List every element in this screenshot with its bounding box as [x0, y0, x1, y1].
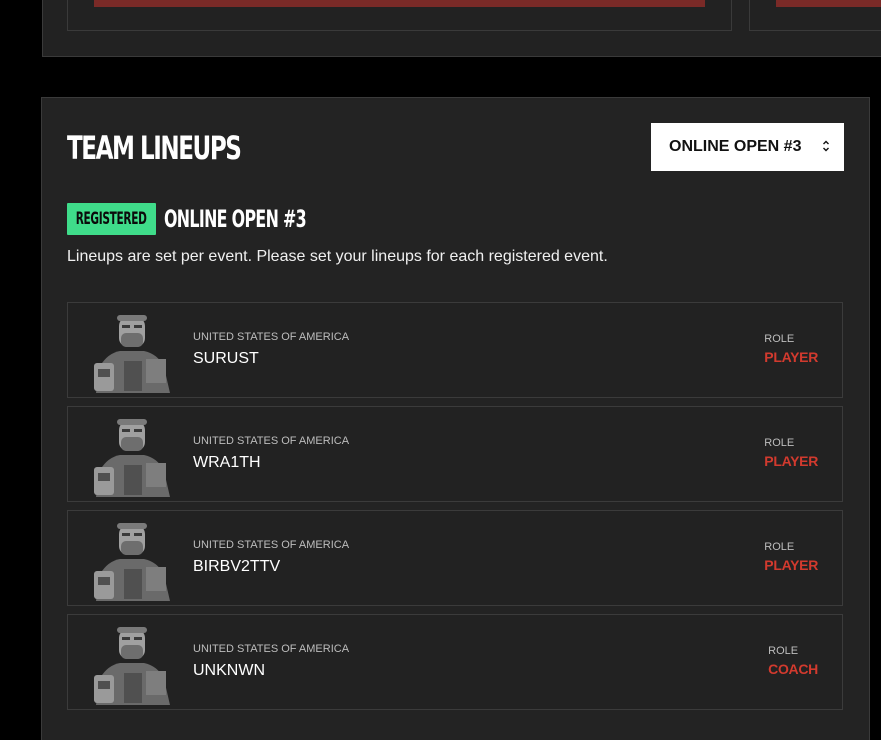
player-role: ROLE PLAYER — [764, 541, 818, 573]
player-name: BIRBV2TTV — [193, 558, 281, 575]
player-name: SURUST — [193, 350, 259, 367]
player-avatar — [90, 415, 175, 497]
player-card[interactable]: UNITED STATES OF AMERICA SURUST ROLE PLA… — [67, 302, 843, 398]
event-select[interactable]: ONLINE OPEN #3 — [651, 123, 844, 171]
progress-bar-right — [776, 0, 881, 7]
player-avatar — [90, 623, 175, 705]
role-label: ROLE — [764, 541, 795, 553]
role-value: PLAYER — [764, 557, 818, 573]
player-role: ROLE PLAYER — [764, 437, 818, 469]
player-name: WRA1TH — [193, 454, 261, 471]
chevron-up-down-icon — [823, 140, 829, 152]
lineup-description: Lineups are set per event. Please set yo… — [67, 248, 608, 265]
previous-section-card-right — [749, 0, 881, 31]
role-value: PLAYER — [764, 453, 818, 469]
player-country: UNITED STATES OF AMERICA — [193, 539, 350, 551]
event-name: ONLINE OPEN #3 — [164, 205, 307, 233]
role-value: COACH — [768, 661, 818, 677]
player-country: UNITED STATES OF AMERICA — [193, 435, 350, 447]
role-label: ROLE — [768, 645, 799, 657]
player-avatar — [90, 519, 175, 601]
player-role: ROLE PLAYER — [764, 333, 818, 365]
role-value: PLAYER — [764, 349, 818, 365]
team-lineups-panel: TEAM LINEUPS ONLINE OPEN #3 REGISTERED O… — [41, 97, 870, 740]
registered-badge: REGISTERED — [67, 203, 156, 235]
previous-section-panel — [42, 0, 881, 57]
player-name: UNKNWN — [193, 662, 265, 679]
player-avatar — [90, 311, 175, 393]
player-card[interactable]: UNITED STATES OF AMERICA UNKNWN ROLE COA… — [67, 614, 843, 710]
player-card[interactable]: UNITED STATES OF AMERICA BIRBV2TTV ROLE … — [67, 510, 843, 606]
player-role: ROLE COACH — [768, 645, 818, 677]
section-title: TEAM LINEUPS — [67, 129, 242, 167]
player-card[interactable]: UNITED STATES OF AMERICA WRA1TH ROLE PLA… — [67, 406, 843, 502]
event-status-row: REGISTERED ONLINE OPEN #3 — [67, 203, 379, 235]
event-select-value: ONLINE OPEN #3 — [669, 138, 802, 155]
previous-section-card — [67, 0, 732, 31]
role-label: ROLE — [764, 437, 795, 449]
player-country: UNITED STATES OF AMERICA — [193, 643, 350, 655]
player-country: UNITED STATES OF AMERICA — [193, 331, 350, 343]
role-label: ROLE — [764, 333, 795, 345]
progress-bar — [94, 0, 705, 7]
